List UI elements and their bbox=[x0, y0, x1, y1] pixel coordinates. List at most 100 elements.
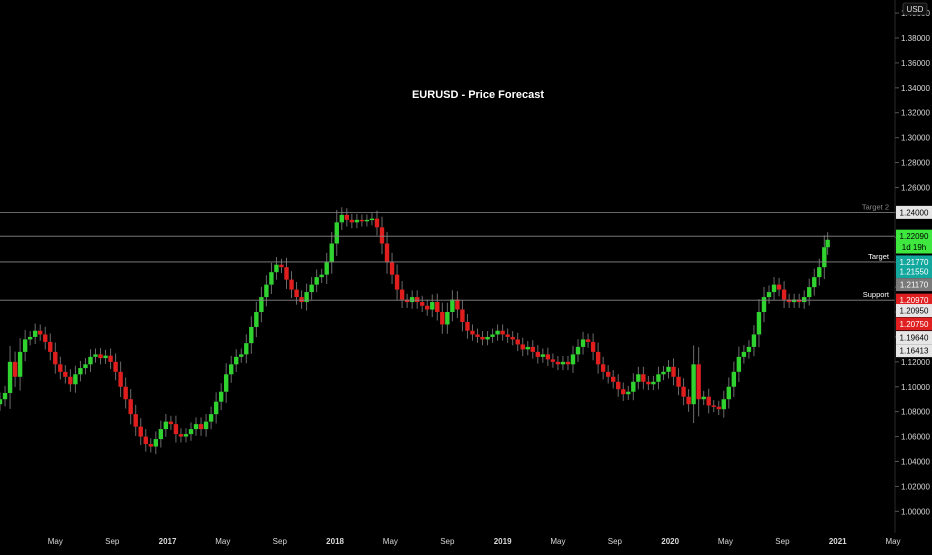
candle-body bbox=[138, 426, 143, 437]
candle-body bbox=[334, 222, 339, 244]
x-tick-label: Sep bbox=[440, 537, 455, 546]
candle-body bbox=[289, 279, 294, 290]
level-label: Target 2 bbox=[862, 202, 889, 211]
price-badge-text: 1.20950 bbox=[900, 307, 929, 316]
candle-body bbox=[32, 330, 38, 337]
candle-body bbox=[776, 284, 782, 290]
candle-body bbox=[234, 356, 239, 365]
candle-body bbox=[264, 284, 269, 298]
level-badge-text: 1.22090 bbox=[900, 232, 929, 241]
candle-body bbox=[570, 354, 576, 365]
y-tick-label: 1.26000 bbox=[901, 183, 930, 192]
candle-body bbox=[771, 284, 777, 293]
candle-body bbox=[751, 334, 757, 347]
price-chart[interactable]: Target 2TargetSupport 1.400001.380001.36… bbox=[0, 0, 932, 550]
candle-body bbox=[701, 396, 706, 400]
candle-body bbox=[590, 341, 596, 352]
candle-body bbox=[284, 267, 289, 280]
candle-body bbox=[118, 371, 123, 387]
candle-body bbox=[279, 264, 284, 268]
candle-body bbox=[314, 277, 319, 285]
candle-body bbox=[825, 239, 830, 248]
candle-body bbox=[435, 302, 440, 313]
candle-body bbox=[450, 299, 455, 313]
candle-body bbox=[168, 421, 174, 425]
candle-body bbox=[676, 376, 681, 387]
candle-body bbox=[223, 374, 229, 392]
x-tick-label: May bbox=[48, 537, 63, 546]
candle-body bbox=[580, 339, 586, 347]
candle-body bbox=[560, 361, 566, 365]
y-tick-label: 1.30000 bbox=[901, 134, 930, 143]
candle-body bbox=[414, 297, 420, 303]
candle-body bbox=[510, 336, 515, 340]
candle-body bbox=[133, 414, 138, 427]
x-tick-label: Sep bbox=[273, 537, 288, 546]
candle-body bbox=[500, 330, 505, 335]
candle-body bbox=[213, 401, 219, 415]
chart-canvas[interactable]: Target 2TargetSupport 1.400001.380001.36… bbox=[0, 0, 932, 550]
candle-body bbox=[651, 381, 656, 385]
y-tick-label: 1.00000 bbox=[901, 507, 930, 516]
candle-body bbox=[666, 366, 671, 372]
candle-body bbox=[254, 312, 259, 327]
candle-body bbox=[631, 381, 636, 392]
candle-body bbox=[475, 334, 480, 337]
candle-body bbox=[495, 330, 500, 335]
candle-body bbox=[158, 429, 164, 440]
candle-body bbox=[716, 406, 721, 410]
candle-body bbox=[93, 354, 98, 357]
candle-body bbox=[611, 376, 616, 382]
candle-body bbox=[565, 361, 571, 365]
x-tick-label: Sep bbox=[105, 537, 120, 546]
x-tick-label: 2021 bbox=[829, 537, 847, 546]
candle-body bbox=[63, 371, 68, 377]
candle-body bbox=[193, 424, 199, 430]
candle-body bbox=[605, 371, 611, 377]
y-tick-label: 1.38000 bbox=[901, 34, 930, 43]
candle-body bbox=[249, 326, 254, 344]
y-tick-label: 1.32000 bbox=[901, 109, 930, 118]
candle-body bbox=[27, 336, 33, 340]
x-tick-label: 2017 bbox=[159, 537, 177, 546]
candle-body bbox=[349, 219, 355, 223]
candle-body bbox=[470, 330, 475, 335]
candle-body bbox=[420, 302, 425, 306]
candle-body bbox=[309, 284, 314, 293]
candle-body bbox=[736, 356, 742, 372]
candle-body bbox=[123, 386, 128, 400]
y-tick-label: 1.08000 bbox=[901, 408, 930, 417]
candle-body bbox=[369, 218, 375, 221]
candle-body bbox=[802, 297, 807, 303]
y-tick-label: 1.06000 bbox=[901, 433, 930, 442]
candle-body bbox=[183, 434, 189, 437]
candle-body bbox=[0, 399, 3, 405]
candle-body bbox=[425, 305, 430, 310]
candle-body bbox=[555, 361, 561, 365]
candle-body bbox=[163, 421, 169, 430]
candle-body bbox=[38, 330, 43, 335]
candle-body bbox=[706, 396, 711, 406]
candle-body bbox=[153, 439, 159, 447]
candle-body bbox=[48, 341, 53, 352]
candle-body bbox=[68, 376, 73, 385]
candle-body bbox=[354, 219, 360, 223]
candle-body bbox=[761, 297, 767, 313]
price-badge-text: 1.16413 bbox=[900, 347, 929, 356]
price-badge-text: 1.21550 bbox=[900, 268, 929, 277]
candle-body bbox=[299, 297, 304, 303]
candle-body bbox=[329, 243, 334, 263]
candle-body bbox=[686, 396, 691, 405]
candle-body bbox=[269, 272, 274, 285]
candle-body bbox=[173, 424, 179, 435]
candle-body bbox=[600, 364, 606, 372]
candle-body bbox=[22, 339, 28, 352]
price-badge-text: 1.21170 bbox=[900, 281, 929, 290]
y-tick-label: 1.34000 bbox=[901, 84, 930, 93]
x-tick-label: May bbox=[215, 537, 230, 546]
candle-body bbox=[641, 374, 646, 382]
y-tick-label: 1.28000 bbox=[901, 159, 930, 168]
candle-body bbox=[535, 351, 541, 357]
candle-body bbox=[822, 247, 827, 268]
candle-body bbox=[490, 334, 495, 337]
